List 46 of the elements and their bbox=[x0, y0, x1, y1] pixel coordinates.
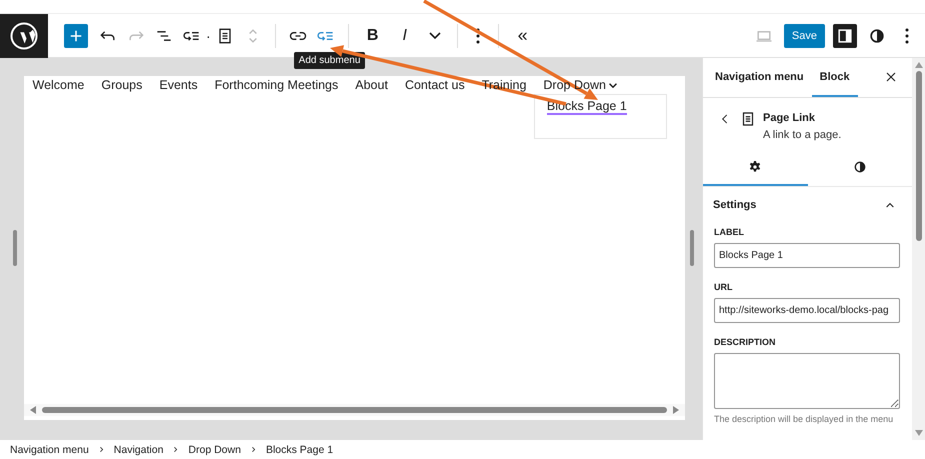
bold-button[interactable]: B bbox=[358, 22, 387, 50]
scroll-right-icon[interactable] bbox=[673, 406, 679, 414]
field-label: URL bbox=[714, 282, 734, 292]
nav-link[interactable]: Events bbox=[150, 76, 206, 94]
italic-button[interactable]: I bbox=[390, 22, 419, 50]
breadcrumb-link[interactable]: Blocks Page 1 bbox=[266, 444, 334, 456]
field-label: DESCRIPTION bbox=[714, 337, 777, 347]
sidebar-tab[interactable]: Block bbox=[812, 58, 858, 97]
horizontal-scrollbar[interactable] bbox=[24, 404, 685, 416]
input-field[interactable]: Blocks Page 1 bbox=[714, 243, 900, 268]
description-field[interactable] bbox=[714, 353, 900, 409]
breadcrumb-link[interactable]: Drop Down bbox=[188, 444, 241, 456]
resize-handle[interactable] bbox=[13, 230, 17, 266]
contrast-icon bbox=[852, 158, 868, 174]
vertical-scrollbar[interactable] bbox=[912, 58, 925, 440]
sidebar-tab[interactable]: Navigation menu bbox=[707, 58, 812, 97]
options-icon bbox=[476, 28, 480, 44]
nav-link[interactable]: Forthcoming Meetings bbox=[206, 76, 347, 94]
settings-panel-toggle[interactable]: Settings bbox=[703, 187, 912, 221]
panel-title: Settings bbox=[713, 199, 756, 211]
nav-link[interactable]: Welcome bbox=[24, 76, 93, 94]
input-field[interactable]: http://siteworks-demo.local/blocks-pag bbox=[714, 298, 900, 323]
add-block-button[interactable] bbox=[64, 24, 88, 48]
wordpress-logo[interactable] bbox=[0, 14, 48, 58]
logo-icon bbox=[9, 20, 39, 50]
resize-handle[interactable] bbox=[690, 230, 694, 266]
more-formats-icon bbox=[428, 32, 441, 39]
tooltip: Add submenu bbox=[294, 52, 366, 68]
breadcrumb-link[interactable]: Navigation menu bbox=[10, 444, 89, 456]
options-icon bbox=[905, 28, 909, 44]
block-description: A link to a page. bbox=[763, 129, 842, 141]
sidebar-toggle-button[interactable] bbox=[833, 24, 857, 48]
block-title: Page Link bbox=[763, 112, 816, 124]
field-label: LABEL bbox=[714, 227, 745, 237]
save-button[interactable]: Save bbox=[784, 24, 825, 48]
collapse-button[interactable]: « bbox=[508, 22, 537, 50]
nav-link[interactable]: About bbox=[346, 76, 396, 94]
scroll-left-icon[interactable] bbox=[30, 406, 36, 414]
help-text: The description will be displayed in the menu bbox=[714, 414, 894, 424]
nav-link[interactable]: Groups bbox=[92, 76, 151, 94]
nav-link[interactable]: Contact us bbox=[396, 76, 474, 94]
dot-separator: · bbox=[206, 28, 211, 44]
scroll-down-icon[interactable] bbox=[914, 430, 922, 436]
breadcrumb-link[interactable]: Navigation bbox=[114, 444, 164, 456]
nav-link[interactable]: Drop Down bbox=[534, 76, 626, 94]
scroll-up-icon[interactable] bbox=[914, 62, 922, 68]
